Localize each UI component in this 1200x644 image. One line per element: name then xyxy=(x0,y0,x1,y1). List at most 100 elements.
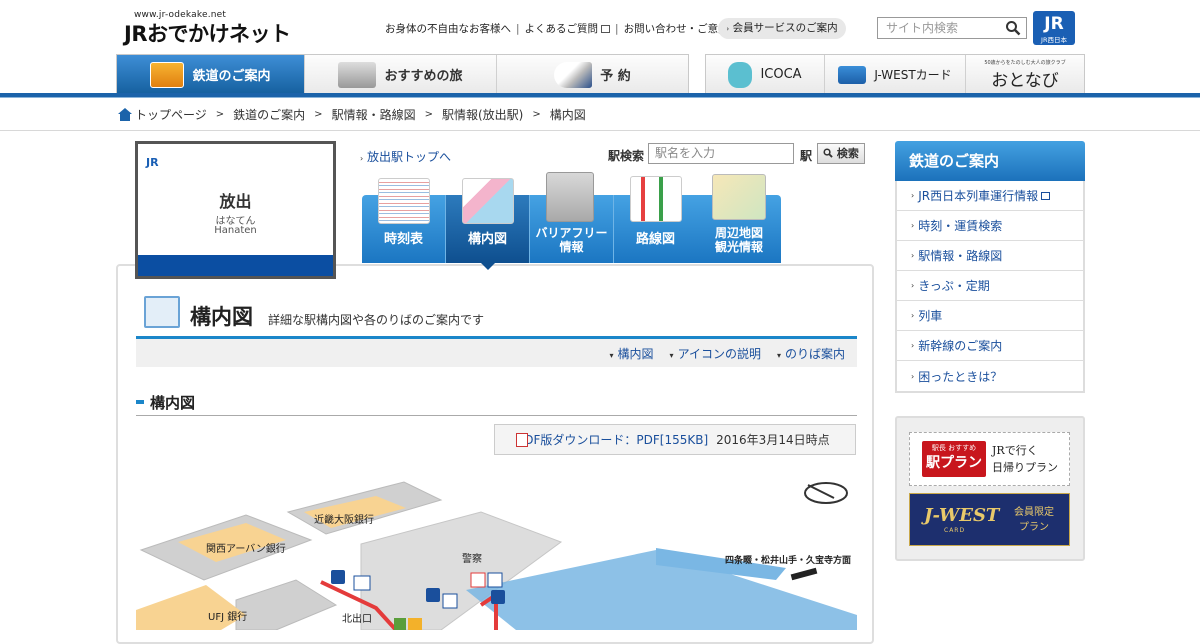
shop-icon xyxy=(394,618,406,630)
sidebar-list: › JR西日本列車運行情報 › 時刻・運賃検索 › 駅情報・路線図 › きっぷ・定期 ›… xyxy=(895,181,1085,393)
subnav-icon-legend[interactable]: ▾ アイコンの説明 xyxy=(670,345,761,362)
chevron-right-icon: › xyxy=(911,221,915,230)
station-search-input[interactable]: 駅名を入力 xyxy=(648,143,794,164)
shinkansen-icon xyxy=(554,61,593,88)
jwest-side1: 会員限定 xyxy=(1014,507,1054,518)
subnav-icon-legend-label[interactable]: アイコンの説明 xyxy=(678,347,761,361)
floor-map-icon xyxy=(144,296,180,328)
breadcrumb-railway[interactable]: 鉄道のご案内 xyxy=(233,106,305,123)
nav-recommended-trips[interactable]: おすすめの旅 xyxy=(305,55,497,94)
jwest-logo: J-WEST xyxy=(924,505,1000,526)
external-link-icon xyxy=(601,24,611,33)
eki-plan-small: 駅長 おすすめ xyxy=(931,444,977,452)
tab-timetable-label: 時刻表 xyxy=(383,232,423,247)
contact-link[interactable]: お問い合わせ・ご意見 xyxy=(624,21,729,36)
sidebar-item-shinkansen[interactable]: › 新幹線のご案内 xyxy=(897,331,1083,361)
sidebar-item-tickets[interactable]: › きっぷ・定期 xyxy=(897,271,1083,301)
station-search-label: 駅検索 xyxy=(608,149,645,163)
sidebar-item-label[interactable]: きっぷ・定期 xyxy=(918,277,990,294)
search-icon[interactable] xyxy=(1005,20,1021,36)
sidebar-item-trains[interactable]: › 列車 xyxy=(897,301,1083,331)
sidebar-item-label[interactable]: JR西日本列車運行情報 xyxy=(918,187,1038,204)
station-board-stripe xyxy=(138,255,333,276)
subnav-platform-guide-label[interactable]: のりば案内 xyxy=(785,347,845,361)
home-icon[interactable] xyxy=(118,108,132,121)
station-search-button[interactable]: 検索 xyxy=(817,143,865,164)
eki-plan-banner[interactable]: 駅長 おすすめ 駅プラン JRで行く 日帰りプラン xyxy=(909,432,1070,486)
pdf-download-link[interactable]: PDF版ダウンロード：PDF[155KB] xyxy=(517,431,708,448)
nav-reservation-label: 予 約 xyxy=(600,69,631,84)
member-service-button[interactable]: › 会員サービスのご案内 xyxy=(718,18,846,39)
divider: | xyxy=(516,22,520,35)
sidebar-item-label[interactable]: 新幹線のご案内 xyxy=(918,337,1002,354)
breadcrumb-station-info[interactable]: 駅情報・路線図 xyxy=(332,106,416,123)
map-label-bank3: UFJ 銀行 xyxy=(208,610,247,623)
nav-otonavi[interactable]: 50歳からをたのしむ大人の旅クラブ おとなび xyxy=(966,55,1084,94)
site-logo[interactable]: JRおでかけネット xyxy=(124,18,291,48)
station-name: 放出 xyxy=(219,192,252,211)
chevron-right-icon: › xyxy=(911,311,915,320)
divider: | xyxy=(615,22,619,35)
otonavi-label: おとなび xyxy=(991,70,1059,91)
subnav-platform-guide[interactable]: ▾ のりば案内 xyxy=(777,345,845,362)
nav-jwest-card[interactable]: J-WESTカード xyxy=(825,55,966,94)
chevron-down-icon: ▾ xyxy=(776,350,781,360)
bullet-icon: › xyxy=(726,25,730,33)
barrier-free-icon xyxy=(546,172,594,222)
nav-railway-info[interactable]: 鉄道のご案内 xyxy=(117,55,305,94)
faq-link[interactable]: よくあるご質問 xyxy=(525,21,599,36)
chevron-down-icon: ▾ xyxy=(609,350,614,360)
nav-reservation[interactable]: 予 約 xyxy=(497,55,688,94)
elevator-icon xyxy=(491,590,505,604)
taxi-icon xyxy=(353,575,371,591)
tab-route-map-label: 路線図 xyxy=(635,232,675,247)
north-arrow-icon xyxy=(804,482,848,504)
sidebar-item-help[interactable]: › 困ったときは？ xyxy=(897,361,1083,391)
breadcrumb-hanaten[interactable]: 駅情報(放出駅) xyxy=(442,106,523,123)
nav-recommended-trips-label: おすすめの旅 xyxy=(384,69,463,84)
subnav-floor-map[interactable]: ▾ 構内図 xyxy=(610,345,654,362)
chevron-down-icon: ▾ xyxy=(669,350,674,360)
jr-west-logo[interactable]: JR JR西日本 xyxy=(1033,11,1075,45)
elevator-icon xyxy=(331,570,345,584)
station-top-link-label[interactable]: 放出駅トップへ xyxy=(367,150,451,164)
nav-icoca[interactable]: ICOCA xyxy=(706,55,825,94)
map-label-bank1: 関西アーバン銀行 xyxy=(206,542,286,555)
bullet-icon: › xyxy=(360,154,364,163)
map-bank-area xyxy=(136,585,246,630)
icoca-icon xyxy=(728,61,753,88)
subnav-floor-map-label[interactable]: 構内図 xyxy=(618,347,654,361)
sidebar-item-operation-info[interactable]: › JR西日本列車運行情報 xyxy=(897,181,1083,211)
sidebar-item-label[interactable]: 時刻・運賃検索 xyxy=(918,217,1002,234)
sidebar-item-timetable-fare[interactable]: › 時刻・運賃検索 xyxy=(897,211,1083,241)
sub-nav: ICOCA J-WESTカード 50歳からをたのしむ大人の旅クラブ おとなび xyxy=(705,54,1085,94)
train-icon xyxy=(150,61,185,88)
pdf-icon xyxy=(516,433,528,447)
page-title: 構内図 xyxy=(190,305,253,329)
eki-plan-badge: 駅長 おすすめ 駅プラン xyxy=(922,441,986,477)
chevron-right-icon: > xyxy=(424,109,433,120)
accessibility-link[interactable]: お身体の不自由なお客様へ xyxy=(385,21,511,36)
chevron-right-icon: > xyxy=(532,109,541,120)
nav-icoca-label: ICOCA xyxy=(760,67,802,82)
top-links: お身体の不自由なお客様へ | よくあるご質問 | お問い合わせ・ご意見 xyxy=(385,21,741,36)
page-subnav: ▾ 構内図 ▾ アイコンの説明 ▾ のりば案内 xyxy=(136,339,857,367)
station-top-link[interactable]: › 放出駅トップへ xyxy=(360,148,451,165)
floor-map-icon xyxy=(462,178,514,224)
map-label-direction: 四条畷・松井山手・久宝寺方面 xyxy=(725,554,851,566)
external-link-icon xyxy=(1041,191,1051,200)
sidebar-item-label[interactable]: 列車 xyxy=(918,307,942,324)
main-nav: 鉄道のご案内 おすすめの旅 予 約 xyxy=(116,54,689,94)
higaeri-text: JRで行く 日帰りプラン xyxy=(992,442,1058,476)
sidebar-item-label[interactable]: 困ったときは？ xyxy=(918,368,1002,385)
chevron-right-icon: › xyxy=(911,341,915,350)
breadcrumb: トップページ > 鉄道のご案内 > 駅情報・路線図 > 駅情報(放出駅) > 構… xyxy=(118,106,586,123)
nav-railway-info-label: 鉄道のご案内 xyxy=(192,69,271,84)
station-search-button-label: 検索 xyxy=(836,147,859,160)
jwest-plan-banner[interactable]: J-WEST CARD 会員限定 プラン xyxy=(909,493,1070,546)
sidebar-item-station-info[interactable]: › 駅情報・路線図 xyxy=(897,241,1083,271)
wheelchair-icon xyxy=(442,593,458,609)
pdf-download-box: PDF版ダウンロード：PDF[155KB] 2016年3月14日時点 xyxy=(494,424,856,455)
breadcrumb-top[interactable]: トップページ xyxy=(135,106,207,123)
sidebar-item-label[interactable]: 駅情報・路線図 xyxy=(918,247,1002,264)
